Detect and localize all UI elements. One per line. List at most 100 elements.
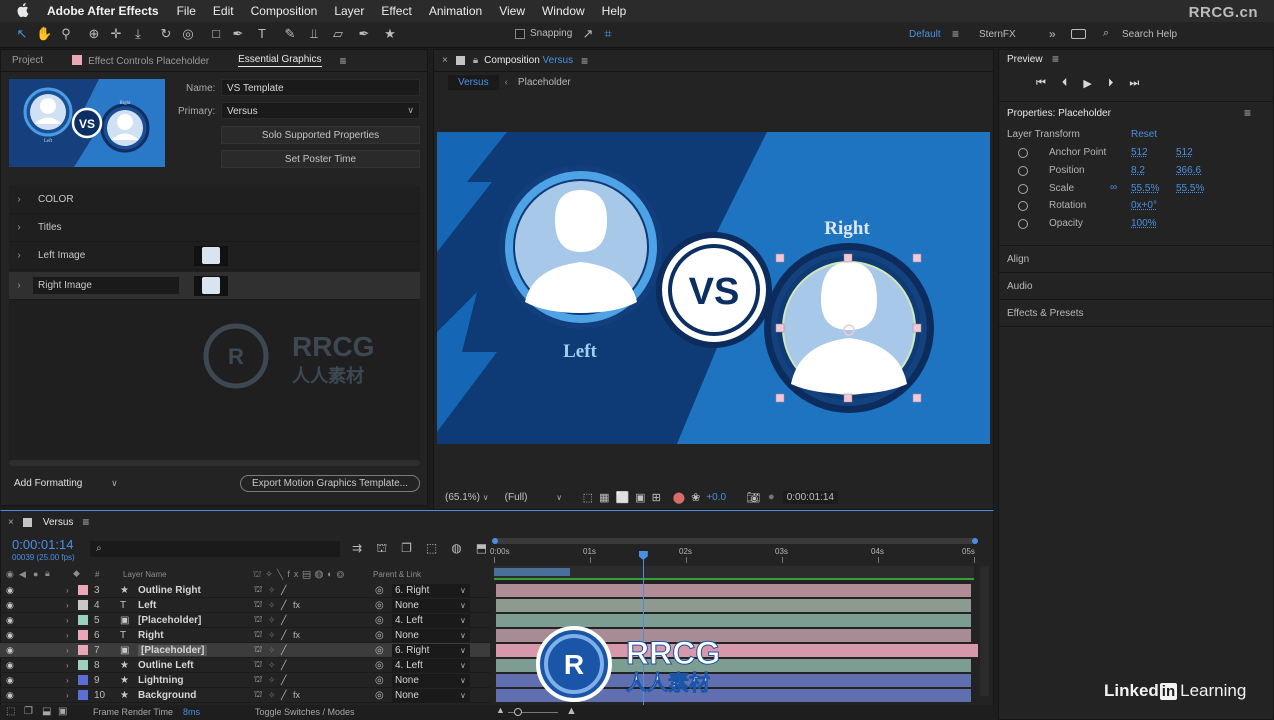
chevron-right-icon[interactable]: › <box>66 586 69 595</box>
chevron-right-icon[interactable]: › <box>66 691 69 700</box>
panel-menu-icon[interactable]: ≡ <box>340 54 347 68</box>
tab-effect-controls[interactable]: Effect Controls Placeholder <box>72 54 209 67</box>
menu-view[interactable]: View <box>499 4 525 18</box>
shy-switch-icon[interactable]: ⛫ <box>254 674 262 686</box>
layer-row[interactable]: ◉ › 3 ★ Outline Right ⛫ ✧ ╱ ◎ 6. Right ∨ <box>0 583 490 598</box>
menu-composition[interactable]: Composition <box>251 4 318 18</box>
link-icon[interactable]: ∞ <box>1110 182 1117 193</box>
pickwhip-icon[interactable]: ◎ <box>375 690 384 701</box>
camera-icon[interactable]: 📷︎ <box>746 491 760 504</box>
name-field[interactable]: VS Template <box>221 79 420 96</box>
type-tool-icon[interactable]: T <box>254 26 270 42</box>
fx-switch-icon[interactable]: fx <box>293 690 300 700</box>
menu-effect[interactable]: Effect <box>381 4 411 18</box>
collapse-switch-icon[interactable]: ✧ <box>268 600 276 611</box>
pickwhip-icon[interactable]: ◎ <box>375 585 384 596</box>
roto-brush-tool-icon[interactable]: ✒ <box>356 26 372 42</box>
layer-row[interactable]: ◉ › 9 ★ Lightning ⛫ ✧ ╱ ◎ None ∨ <box>0 673 490 688</box>
export-motion-graphics-template-button[interactable]: Export Motion Graphics Template... <box>240 475 420 492</box>
eye-icon[interactable]: ◉ <box>6 645 14 656</box>
layer-row[interactable]: ◉ › 10 ★ Background ⛫ ✧ ╱ fx ◎ None ∨ <box>0 688 490 703</box>
right-image-thumbnail[interactable] <box>194 275 228 296</box>
eye-icon[interactable]: ◉ <box>6 660 14 671</box>
layer-row[interactable]: ◉ › 8 ★ Outline Left ⛫ ✧ ╱ ◎ 4. Left ∨ <box>0 658 490 673</box>
quality-switch-icon[interactable]: ╱ <box>281 660 286 671</box>
quality-switch-icon[interactable]: ╱ <box>281 600 286 611</box>
layer-label-color[interactable] <box>78 660 88 670</box>
selection-tool-icon[interactable]: ↖ <box>14 26 30 42</box>
solo-supported-properties-button[interactable]: Solo Supported Properties <box>221 126 420 144</box>
pickwhip-icon[interactable]: ◎ <box>375 615 384 626</box>
layer-name[interactable]: Outline Left <box>138 660 194 671</box>
effects-presets-panel[interactable]: Effects & Presets <box>1007 308 1084 319</box>
orbit-tool-icon[interactable]: ⊕ <box>86 26 102 42</box>
play-icon[interactable]: ▶ <box>1083 77 1091 90</box>
quality-switch-icon[interactable]: ╱ <box>281 690 286 701</box>
panel-menu-icon[interactable]: ≡ <box>581 54 588 68</box>
rotate-tool-icon[interactable]: ↻ <box>158 26 174 42</box>
stopwatch-icon[interactable] <box>1018 219 1028 229</box>
next-frame-icon[interactable]: ⏵ <box>1108 77 1114 90</box>
clone-stamp-tool-icon[interactable]: ⫫ <box>306 26 322 42</box>
quality-switch-icon[interactable]: ╱ <box>281 645 286 656</box>
snap-to-edges-icon[interactable]: ↗ <box>580 26 596 42</box>
resolution-dropdown[interactable]: (Full) ∨ <box>501 490 571 505</box>
tab-essential-graphics[interactable]: Essential Graphics <box>238 54 322 67</box>
navigator-range[interactable] <box>494 568 570 576</box>
snapping-checkbox[interactable] <box>515 28 525 39</box>
breadcrumb-placeholder[interactable]: Placeholder <box>518 77 571 88</box>
reset-link[interactable]: Reset <box>1131 129 1157 140</box>
timecode-display[interactable]: 0:00:01:14 <box>782 490 838 504</box>
layer-row[interactable]: ◉ › 5 ▣ [Placeholder] ⛫ ✧ ╱ ◎ 4. Left ∨ <box>0 613 490 628</box>
timeline-scrollbar[interactable] <box>980 566 989 696</box>
graph-editor-icon[interactable]: ⬒ <box>476 541 487 557</box>
puppet-tool-icon[interactable]: ★ <box>382 26 398 42</box>
eye-icon[interactable]: ◉ <box>6 600 14 611</box>
property-row-right-image[interactable]: › Right Image <box>9 272 420 300</box>
chevron-right-icon[interactable]: › <box>66 661 69 670</box>
chevron-right-icon[interactable]: › <box>66 631 69 640</box>
layer-name[interactable]: Lightning <box>138 675 184 686</box>
collapse-switch-icon[interactable]: ✧ <box>268 645 276 656</box>
time-navigator[interactable] <box>494 566 974 578</box>
region-of-interest-icon[interactable]: ⬚ <box>583 491 593 504</box>
chevron-right-icon[interactable]: › <box>9 222 29 233</box>
shy-switch-icon[interactable]: ⛫ <box>254 689 262 701</box>
shy-switch-icon[interactable]: ⛫ <box>254 629 262 641</box>
shy-switch-icon[interactable]: ⛫ <box>254 644 262 656</box>
opacity-value[interactable]: 100% <box>1131 218 1157 229</box>
anchor-point-y[interactable]: 512 <box>1176 147 1193 158</box>
color-management-icon[interactable]: ❀ <box>691 491 700 504</box>
quality-switch-icon[interactable]: ╱ <box>281 675 286 686</box>
quality-switch-icon[interactable]: ╱ <box>281 615 286 626</box>
pan-behind-tool-icon[interactable]: ◎ <box>180 26 196 42</box>
draft-3d-icon[interactable]: ⛫ <box>376 541 387 557</box>
anchor-point-x[interactable]: 512 <box>1131 147 1148 158</box>
close-icon[interactable]: × <box>442 55 448 66</box>
layer-name[interactable]: Right <box>138 630 164 641</box>
layer-label-color[interactable] <box>78 645 88 655</box>
property-row-color[interactable]: › COLOR <box>9 186 420 214</box>
shy-switch-icon[interactable]: ⛫ <box>254 584 262 596</box>
layer-label-color[interactable] <box>78 615 88 625</box>
close-icon[interactable]: × <box>8 517 14 528</box>
shy-layers-icon[interactable]: ❐ <box>401 541 412 557</box>
layer-label-color[interactable] <box>78 630 88 640</box>
property-label-input[interactable]: Right Image <box>33 277 179 294</box>
position-y[interactable]: 366.6 <box>1176 165 1201 176</box>
menu-edit[interactable]: Edit <box>213 4 234 18</box>
workspace-default[interactable]: Default <box>909 29 941 40</box>
zoom-tool-icon[interactable]: ⚲ <box>58 26 74 42</box>
eye-icon[interactable]: ◉ <box>6 615 14 626</box>
snapping-toggle[interactable]: Snapping <box>515 28 572 39</box>
chevron-right-icon[interactable]: › <box>9 194 29 205</box>
toggle-switches-modes-button[interactable]: Toggle Switches / Modes <box>255 707 355 717</box>
eye-icon[interactable]: ◉ <box>6 585 14 596</box>
render-icon[interactable]: ⬓ <box>42 706 51 717</box>
add-formatting-dropdown[interactable]: Add Formatting ∨ <box>14 478 118 489</box>
exposure-value[interactable]: +0.0 <box>706 492 726 503</box>
scale-x[interactable]: 55.5% <box>1131 183 1159 194</box>
transparency-grid-icon[interactable]: ▦ <box>599 491 609 504</box>
workspace-layout-icon[interactable] <box>1071 29 1086 39</box>
zoom-dropdown[interactable]: (65.1%) ∨ <box>441 490 493 505</box>
